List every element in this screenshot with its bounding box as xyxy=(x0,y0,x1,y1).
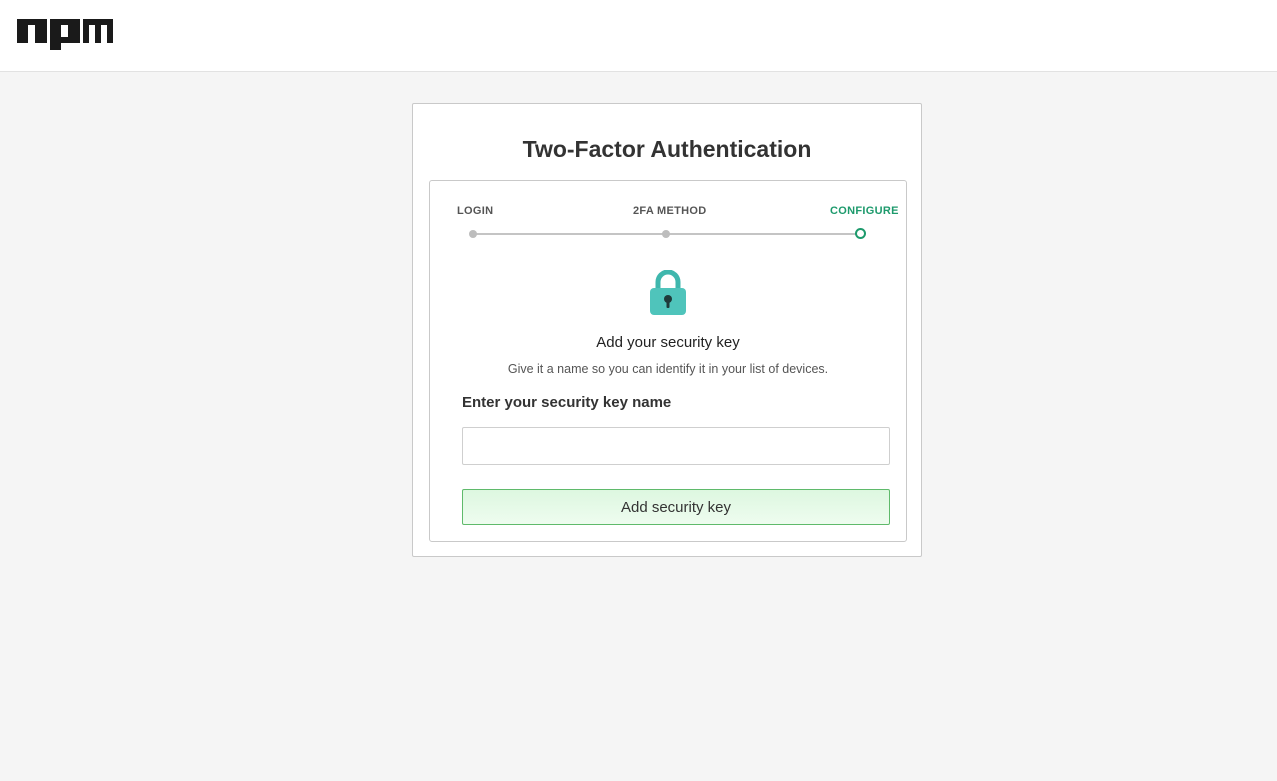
security-key-name-input[interactable] xyxy=(462,427,890,465)
page-title: Two-Factor Authentication xyxy=(522,136,812,162)
security-key-name-label: Enter your security key name xyxy=(462,394,672,411)
step-2fa-method-dot xyxy=(662,230,670,238)
npm-logo[interactable] xyxy=(17,19,113,50)
step-2fa-method-label: 2FA METHOD xyxy=(633,205,707,217)
lock-icon xyxy=(650,270,686,315)
two-factor-card: Two-Factor Authentication LOGIN 2FA METH… xyxy=(412,103,922,557)
step-login-dot xyxy=(469,230,477,238)
configure-panel: LOGIN 2FA METHOD CONFIGURE Add your secu… xyxy=(429,180,907,542)
security-key-subtext: Give it a name so you can identify it in… xyxy=(507,362,829,376)
step-configure-dot xyxy=(855,228,866,239)
top-bar xyxy=(0,0,1277,72)
step-configure-label: CONFIGURE xyxy=(830,205,899,217)
step-login-label: LOGIN xyxy=(457,205,494,217)
add-security-key-button[interactable]: Add security key xyxy=(462,489,890,525)
security-key-heading: Add your security key xyxy=(596,334,740,351)
